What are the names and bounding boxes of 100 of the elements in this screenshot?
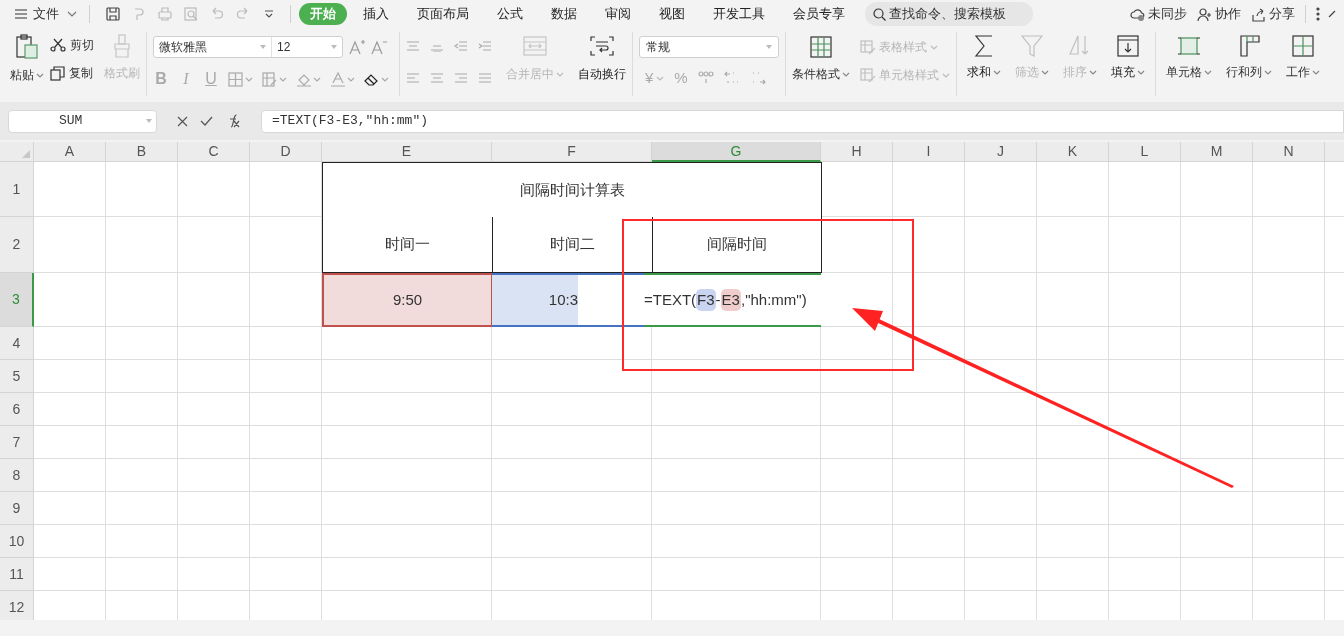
number-format-dropdown[interactable]: 常规 [639, 36, 779, 58]
row-header[interactable]: 7 [0, 426, 34, 459]
table-pencil-icon [860, 39, 876, 55]
column-header[interactable]: M [1181, 142, 1253, 162]
column-header[interactable]: A [34, 142, 106, 162]
share-button[interactable]: 分享 [1251, 3, 1295, 25]
file-menu-button[interactable]: 文件 [12, 2, 79, 26]
formula-input[interactable]: =TEXT(F3-E3,"hh:mm") [261, 109, 1344, 133]
more-vertical-icon[interactable] [1316, 7, 1320, 21]
caret-icon [1089, 69, 1097, 75]
decrease-indent-icon [454, 40, 468, 52]
font-name-dropdown[interactable]: 微软雅黑 [154, 37, 272, 57]
row-header[interactable]: 10 [0, 525, 34, 558]
cancel-icon[interactable] [177, 115, 188, 127]
cell-button[interactable]: 单元格 [1166, 34, 1212, 100]
caret-icon [993, 69, 1001, 75]
table-title-cell: 间隔时间计算表 [322, 162, 822, 218]
copy-button[interactable]: 复制 [50, 64, 94, 82]
caret-icon [1264, 69, 1272, 75]
caret-icon [656, 75, 665, 81]
row-header[interactable]: 2 [0, 217, 34, 273]
sheet-icon [1291, 34, 1315, 58]
save-icon[interactable] [105, 6, 121, 22]
table-header-cell: 间隔时间 [652, 217, 822, 273]
rowcol-icon [1237, 34, 1261, 58]
menu-icon [14, 8, 28, 20]
rowcol-button[interactable]: 行和列 [1226, 34, 1272, 100]
chevron-down-icon [67, 11, 77, 17]
share-icon [1251, 6, 1266, 22]
column-header[interactable]: N [1253, 142, 1325, 162]
copy-icon [50, 65, 65, 81]
select-all-icon [22, 150, 30, 158]
ribbon-tab[interactable]: 页面布局 [407, 3, 479, 25]
search-field[interactable]: 查找命令、搜索模板 [865, 2, 1033, 26]
table-header-cell: 时间一 [322, 217, 493, 273]
row-header[interactable]: 12 [0, 591, 34, 620]
justify-icon [478, 72, 492, 84]
caret-icon [842, 71, 850, 77]
caret-icon [1204, 69, 1212, 75]
paste-button[interactable]: 粘贴 [10, 34, 44, 100]
column-header[interactable]: K [1037, 142, 1109, 162]
column-header[interactable]: L [1109, 142, 1181, 162]
ribbon-tab[interactable]: 数据 [541, 3, 587, 25]
fill-button[interactable]: 填充 [1111, 34, 1145, 100]
cut-button[interactable]: 剪切 [50, 36, 94, 54]
column-header[interactable]: E [322, 142, 492, 162]
thousands-separator-icon [697, 71, 714, 86]
align-center-icon [430, 72, 444, 84]
column-header[interactable]: J [965, 142, 1037, 162]
name-box[interactable]: SUM [8, 109, 157, 133]
ribbon-tab[interactable]: 插入 [353, 3, 399, 25]
filter-icon [1020, 34, 1044, 58]
caret-icon [1137, 69, 1145, 75]
cell-editor[interactable]: =TEXT(F3-E3,"hh:mm") [644, 273, 821, 327]
caret-icon [36, 72, 44, 78]
ribbon-tab[interactable]: 视图 [649, 3, 695, 25]
font-size-dropdown[interactable]: 12 [272, 37, 342, 57]
wrap-text-button[interactable]: 自动换行 [578, 36, 626, 100]
column-header[interactable]: I [893, 142, 965, 162]
paste-label: 粘贴 [10, 67, 34, 84]
row-header[interactable]: 4 [0, 327, 34, 360]
cloud-button[interactable]: 未同步 [1130, 3, 1187, 25]
ribbon-tab[interactable]: 开发工具 [703, 3, 775, 25]
caret-icon [766, 45, 772, 49]
cell-format-icon [262, 71, 277, 87]
sheet-button[interactable]: 工作 [1286, 34, 1320, 100]
table-grid-icon [810, 36, 832, 58]
caret-icon [942, 72, 950, 78]
conditional-format-button[interactable]: 条件格式 [792, 36, 850, 100]
fill-icon [1116, 34, 1140, 58]
brush-icon [113, 34, 131, 58]
caret-icon [1312, 69, 1320, 75]
align-left-icon [406, 72, 420, 84]
row-header[interactable]: 1 [0, 162, 34, 217]
ribbon-tab[interactable]: 会员专享 [783, 3, 855, 25]
caret-icon [347, 76, 355, 82]
row-header[interactable]: 9 [0, 492, 34, 525]
row-header[interactable]: 11 [0, 558, 34, 591]
caret-icon [279, 76, 287, 82]
column-header[interactable]: D [250, 142, 322, 162]
cloud-icon [1130, 6, 1145, 22]
row-header[interactable]: 8 [0, 459, 34, 492]
user-button[interactable]: 协作 [1197, 3, 1241, 25]
column-header[interactable]: F [492, 142, 652, 162]
column-header[interactable]: B [106, 142, 178, 162]
increase-indent-icon [478, 40, 492, 52]
caret-icon [313, 76, 321, 82]
caret-icon [146, 119, 152, 123]
check-icon[interactable] [200, 116, 213, 126]
row-header[interactable]: 6 [0, 393, 34, 426]
user-icon [1197, 6, 1212, 22]
row-header[interactable]: 5 [0, 360, 34, 393]
clipboard-icon [15, 34, 39, 60]
caret-icon [930, 44, 938, 50]
ribbon-tab[interactable]: 审阅 [595, 3, 641, 25]
sum-button[interactable]: 求和 [967, 34, 1001, 100]
column-header[interactable]: H [821, 142, 893, 162]
ribbon-tab[interactable]: 公式 [487, 3, 533, 25]
column-header[interactable]: C [178, 142, 250, 162]
caret-icon [1041, 69, 1049, 75]
